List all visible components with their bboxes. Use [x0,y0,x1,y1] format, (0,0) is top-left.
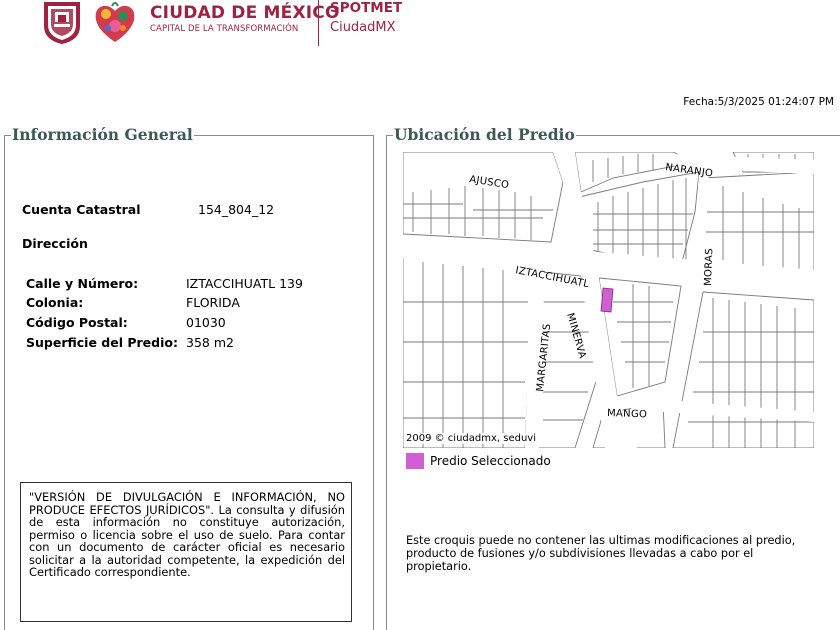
app-subtitle: CiudadMX [330,20,396,35]
direccion-label: Dirección [22,236,88,251]
codigo-postal-value: 01030 [186,315,226,330]
brand-subtitle: CAPITAL DE LA TRANSFORMACIÓN [150,24,299,34]
header-divider [318,0,319,46]
croquis-note: Este croquis puede no contener las ultim… [406,534,796,573]
predio-seleccionado-label: Predio Seleccionado [430,454,551,468]
parcel-map[interactable]: AJUSCO NARANJO MORAS IZTACCIHUATL MARGAR… [403,152,814,448]
superficie-value: 358 m2 [186,335,234,350]
street-label-moras: MORAS [703,248,715,286]
ubicacion-predio-legend: Ubicación del Predio [394,125,575,144]
cuenta-catastral-value: 154_804_12 [198,202,275,217]
app-title: SPOTMET [330,0,403,16]
disclaimer-box: "VERSIÓN DE DIVULGACIÓN E INFORMACIÓN, N… [20,482,352,622]
cdmx-shield-logo [44,2,80,44]
colonia-label: Colonia: [26,295,84,310]
informacion-general-legend: Información General [12,125,193,144]
page-header: CIUDAD DE MÉXICO CAPITAL DE LA TRANSFORM… [0,0,840,60]
calle-value: IZTACCIHUATL 139 [186,276,303,291]
codigo-postal-label: Código Postal: [26,315,128,330]
selected-parcel[interactable] [600,287,614,313]
brand-title: CIUDAD DE MÉXICO [150,3,340,23]
fecha-timestamp: Fecha:5/3/2025 01:24:07 PM [683,96,834,108]
map-attribution: 2009 © ciudadmx, seduvi [405,433,538,444]
superficie-label: Superficie del Predio: [26,335,178,350]
calle-label: Calle y Número: [26,276,139,291]
colonia-value: FLORIDA [186,295,240,310]
street-label-mango: MANGO [607,408,647,420]
cuenta-catastral-label: Cuenta Catastral [22,202,141,217]
predio-seleccionado-swatch [406,453,424,469]
heart-logo [95,2,135,43]
parcel-map-svg: AJUSCO NARANJO MORAS IZTACCIHUATL MARGAR… [403,152,814,448]
